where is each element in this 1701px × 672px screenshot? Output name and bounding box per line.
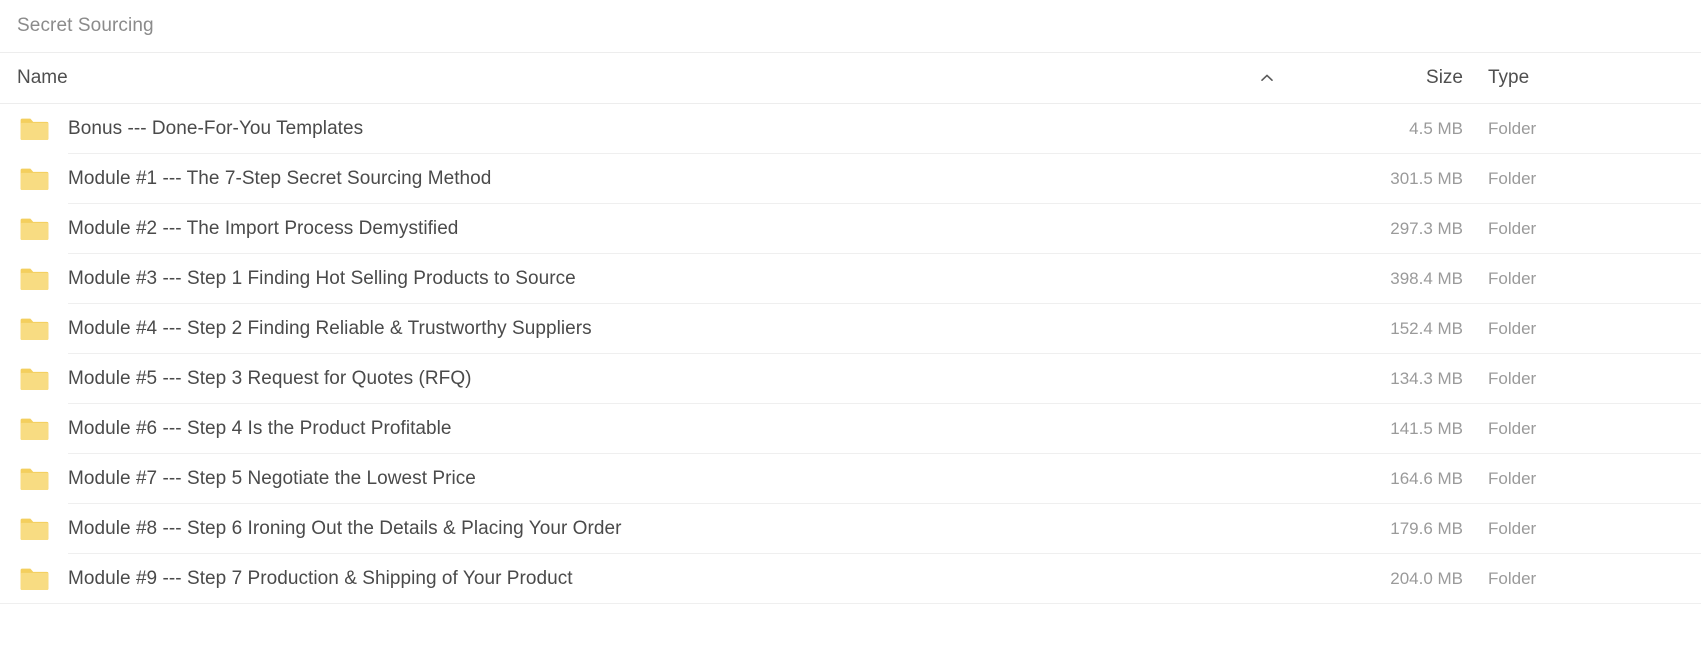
folder-icon	[0, 217, 68, 242]
row-type-cell: Folder	[1488, 269, 1537, 288]
row-name-label: Module #3 --- Step 1 Finding Hot Selling…	[68, 268, 576, 289]
column-header-size-label: Size	[1426, 67, 1463, 88]
table-row[interactable]: Module #1 --- The 7-Step Secret Sourcing…	[0, 154, 1701, 204]
table-row[interactable]: Bonus --- Done-For-You Templates 4.5 MB …	[0, 104, 1701, 154]
row-name-cell: Module #5 --- Step 3 Request for Quotes …	[0, 367, 1305, 392]
row-type-cell: Folder	[1488, 369, 1537, 388]
row-name-cell: Module #6 --- Step 4 Is the Product Prof…	[0, 417, 1305, 442]
row-name-label: Bonus --- Done-For-You Templates	[68, 118, 364, 139]
table-row[interactable]: Module #3 --- Step 1 Finding Hot Selling…	[0, 254, 1701, 304]
folder-icon	[0, 367, 68, 392]
row-type-cell: Folder	[1488, 469, 1537, 488]
file-table: Name Size Type Bonus --- Done-For-You Te…	[0, 52, 1701, 604]
row-name-cell: Module #3 --- Step 1 Finding Hot Selling…	[0, 267, 1305, 292]
table-row[interactable]: Module #5 --- Step 3 Request for Quotes …	[0, 354, 1701, 404]
folder-icon	[0, 167, 68, 192]
file-browser: Secret Sourcing Name Size Type Bonus ---…	[0, 0, 1701, 672]
row-size-cell: 4.5 MB	[1409, 119, 1463, 138]
row-type-cell: Folder	[1488, 519, 1537, 538]
breadcrumb-current-folder[interactable]: Secret Sourcing	[17, 15, 154, 37]
row-name-label: Module #7 --- Step 5 Negotiate the Lowes…	[68, 468, 476, 489]
row-size-cell: 179.6 MB	[1390, 519, 1463, 538]
row-name-label: Module #1 --- The 7-Step Secret Sourcing…	[68, 168, 492, 189]
row-type-cell: Folder	[1488, 419, 1537, 438]
row-name-label: Module #4 --- Step 2 Finding Reliable & …	[68, 318, 592, 339]
table-row[interactable]: Module #4 --- Step 2 Finding Reliable & …	[0, 304, 1701, 354]
row-size-cell: 164.6 MB	[1390, 469, 1463, 488]
row-size-cell: 141.5 MB	[1390, 419, 1463, 438]
row-name-cell: Module #7 --- Step 5 Negotiate the Lowes…	[0, 467, 1305, 492]
row-size-cell: 204.0 MB	[1390, 569, 1463, 588]
row-type-cell: Folder	[1488, 119, 1537, 138]
column-header-type[interactable]: Type	[1463, 67, 1701, 89]
row-name-cell: Module #2 --- The Import Process Demysti…	[0, 217, 1305, 242]
row-name-label: Module #9 --- Step 7 Production & Shippi…	[68, 568, 573, 589]
row-name-label: Module #8 --- Step 6 Ironing Out the Det…	[68, 518, 622, 539]
row-name-cell: Module #1 --- The 7-Step Secret Sourcing…	[0, 167, 1305, 192]
row-size-cell: 134.3 MB	[1390, 369, 1463, 388]
folder-icon	[0, 417, 68, 442]
column-header-type-label: Type	[1488, 67, 1530, 88]
chevron-up-icon[interactable]	[1259, 70, 1275, 86]
row-size-cell: 301.5 MB	[1390, 169, 1463, 188]
row-type-cell: Folder	[1488, 219, 1537, 238]
row-name-cell: Module #9 --- Step 7 Production & Shippi…	[0, 567, 1305, 592]
row-name-cell: Module #8 --- Step 6 Ironing Out the Det…	[0, 517, 1305, 542]
table-row[interactable]: Module #8 --- Step 6 Ironing Out the Det…	[0, 504, 1701, 554]
table-row[interactable]: Module #2 --- The Import Process Demysti…	[0, 204, 1701, 254]
row-name-cell: Module #4 --- Step 2 Finding Reliable & …	[0, 317, 1305, 342]
table-header-row: Name Size Type	[0, 52, 1701, 104]
row-type-cell: Folder	[1488, 569, 1537, 588]
folder-icon	[0, 267, 68, 292]
row-size-cell: 297.3 MB	[1390, 219, 1463, 238]
folder-icon	[0, 117, 68, 142]
row-size-cell: 152.4 MB	[1390, 319, 1463, 338]
table-row[interactable]: Module #9 --- Step 7 Production & Shippi…	[0, 554, 1701, 604]
row-type-cell: Folder	[1488, 319, 1537, 338]
column-header-name[interactable]: Name	[0, 67, 1305, 89]
column-header-size[interactable]: Size	[1305, 67, 1463, 89]
folder-icon	[0, 567, 68, 592]
table-row[interactable]: Module #7 --- Step 5 Negotiate the Lowes…	[0, 454, 1701, 504]
row-size-cell: 398.4 MB	[1390, 269, 1463, 288]
table-row[interactable]: Module #6 --- Step 4 Is the Product Prof…	[0, 404, 1701, 454]
row-type-cell: Folder	[1488, 169, 1537, 188]
row-name-label: Module #2 --- The Import Process Demysti…	[68, 218, 459, 239]
row-name-label: Module #6 --- Step 4 Is the Product Prof…	[68, 418, 452, 439]
row-name-cell: Bonus --- Done-For-You Templates	[0, 117, 1305, 142]
folder-icon	[0, 467, 68, 492]
folder-icon	[0, 517, 68, 542]
folder-icon	[0, 317, 68, 342]
table-body: Bonus --- Done-For-You Templates 4.5 MB …	[0, 104, 1701, 604]
row-name-label: Module #5 --- Step 3 Request for Quotes …	[68, 368, 472, 389]
column-header-name-label: Name	[17, 67, 68, 88]
breadcrumb: Secret Sourcing	[0, 0, 1701, 52]
